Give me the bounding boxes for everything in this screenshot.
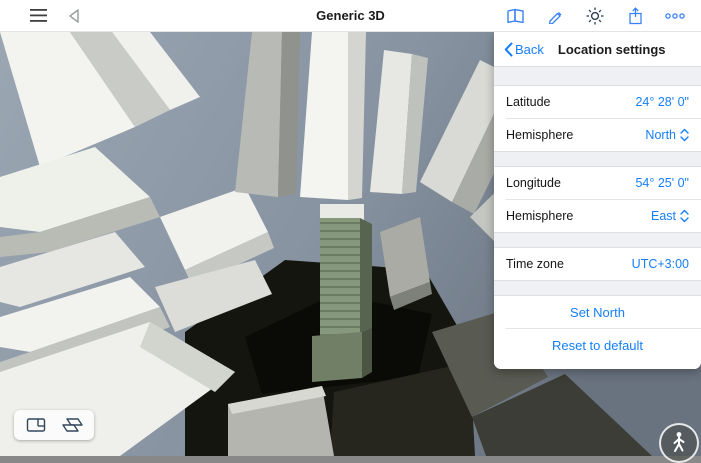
group-spacer bbox=[494, 66, 701, 86]
walking-person-icon bbox=[673, 432, 685, 452]
sun-icon bbox=[586, 7, 604, 24]
ellipsis-icon bbox=[665, 12, 685, 19]
longitude-label: Longitude bbox=[506, 176, 561, 190]
latitude-hemisphere-row[interactable]: Hemisphere North bbox=[494, 119, 701, 151]
top-toolbar: Generic 3D bbox=[0, 0, 701, 32]
location-settings-panel: Back Location settings Latitude 24° 28' … bbox=[494, 32, 701, 369]
hemisphere-value: North bbox=[645, 128, 676, 142]
group-spacer bbox=[494, 151, 701, 167]
back-view-button[interactable] bbox=[64, 6, 84, 26]
menu-button[interactable] bbox=[28, 6, 48, 26]
panel-header: Back Location settings bbox=[494, 32, 701, 66]
longitude-row[interactable]: Longitude 54° 25' 0" bbox=[494, 167, 701, 199]
pencil-icon bbox=[548, 11, 562, 24]
hamburger-icon bbox=[29, 9, 47, 22]
hemisphere-label: Hemisphere bbox=[506, 128, 574, 142]
2d-plan-view-button[interactable] bbox=[23, 414, 49, 436]
stepper-icon[interactable] bbox=[680, 208, 689, 224]
timezone-value: UTC+3:00 bbox=[631, 257, 689, 271]
back-triangle-icon bbox=[69, 8, 79, 23]
timezone-row[interactable]: Time zone UTC+3:00 bbox=[494, 248, 701, 280]
latitude-row[interactable]: Latitude 24° 28' 0" bbox=[494, 86, 701, 118]
3d-view-button[interactable] bbox=[59, 414, 85, 436]
share-icon bbox=[628, 6, 642, 24]
stepper-icon[interactable] bbox=[680, 127, 689, 143]
view-mode-toggle bbox=[14, 410, 94, 440]
share-button[interactable] bbox=[625, 6, 645, 26]
layers-3d-icon bbox=[61, 418, 83, 432]
reset-default-button[interactable]: Reset to default bbox=[494, 329, 701, 361]
sun-settings-button[interactable] bbox=[585, 6, 605, 26]
walk-mode-button[interactable] bbox=[659, 423, 699, 463]
back-label: Back bbox=[515, 41, 544, 57]
highlighted-building bbox=[312, 204, 372, 382]
longitude-value: 54° 25' 0" bbox=[635, 176, 689, 190]
panel-title: Location settings bbox=[557, 41, 666, 57]
hemisphere-value: East bbox=[650, 209, 676, 223]
group-spacer bbox=[494, 280, 701, 296]
latitude-label: Latitude bbox=[506, 95, 551, 109]
more-button[interactable] bbox=[665, 6, 685, 26]
markup-button[interactable] bbox=[545, 6, 565, 26]
latitude-value: 24° 28' 0" bbox=[635, 95, 689, 109]
hemisphere-label: Hemisphere bbox=[506, 209, 574, 223]
chevron-left-icon bbox=[504, 42, 513, 56]
longitude-hemisphere-row[interactable]: Hemisphere East bbox=[494, 200, 701, 232]
bookmarks-button[interactable] bbox=[505, 6, 525, 26]
set-north-button[interactable]: Set North bbox=[494, 296, 701, 328]
panel-footer bbox=[494, 361, 701, 369]
back-button[interactable]: Back bbox=[504, 42, 544, 57]
floor-plan-icon bbox=[27, 418, 46, 432]
group-spacer bbox=[494, 232, 701, 248]
open-book-icon bbox=[506, 8, 524, 23]
timezone-label: Time zone bbox=[506, 257, 564, 271]
